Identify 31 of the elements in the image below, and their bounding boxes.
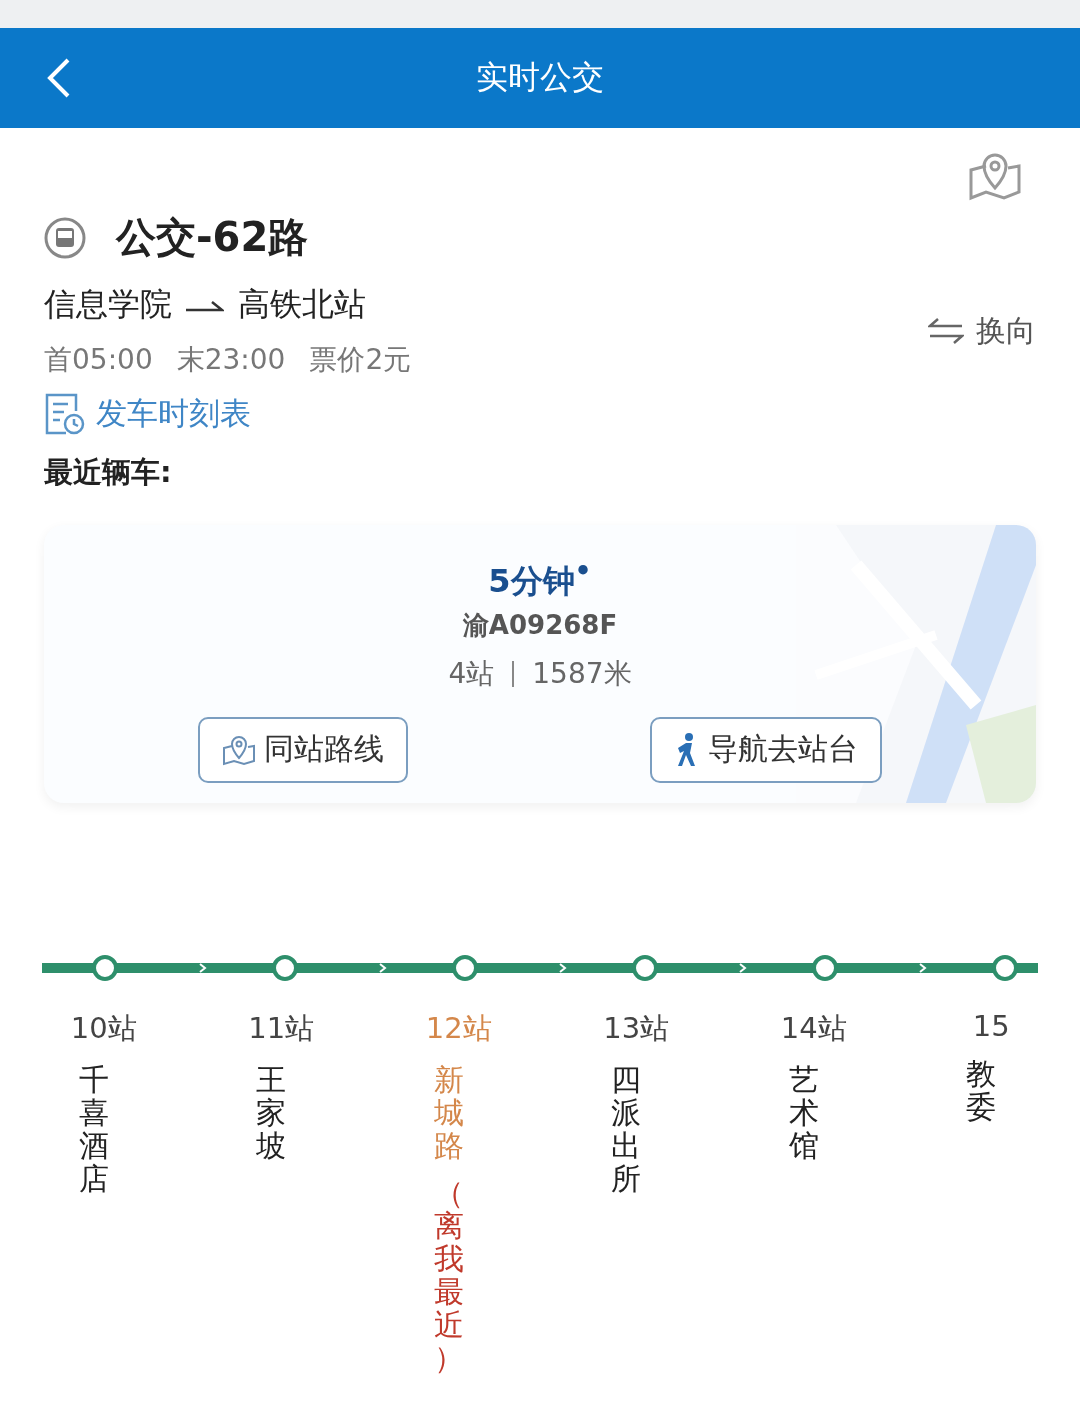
same-stop-routes-button[interactable]: 同站路线	[198, 716, 408, 783]
stop-number: 13站	[603, 1010, 670, 1047]
stop-name[interactable]: 艺术馆	[788, 1063, 819, 1162]
stop-count: 4站	[448, 655, 495, 692]
stop-name[interactable]: 四派出所	[611, 1063, 642, 1195]
plate-number: 渝A09268F	[462, 608, 618, 642]
first-bus-time: 首05:00	[44, 342, 153, 378]
stop-number: 15	[972, 1009, 1010, 1043]
stop-name[interactable]: 教委	[966, 1057, 997, 1123]
stop-name[interactable]: 王家坡	[256, 1063, 287, 1162]
nearest-bus-label: 最近辆车:	[44, 454, 173, 491]
fare-text: 票价2元	[309, 342, 412, 378]
reverse-button[interactable]: 换向	[928, 310, 1036, 352]
stop-name[interactable]: 千喜酒店	[78, 1063, 109, 1195]
distance-text: 1587米	[532, 655, 632, 692]
navigate-button[interactable]: 导航去站台	[650, 716, 882, 783]
bus-icon	[44, 216, 86, 259]
last-bus-time: 末23:00	[176, 342, 286, 378]
schedule-icon	[44, 393, 86, 435]
arrival-time: 5分钟$^{•}$	[488, 555, 592, 602]
timetable-link[interactable]: 发车时刻表	[44, 393, 1036, 435]
stop-number: 10站	[70, 1010, 137, 1047]
stop-number: 14站	[780, 1010, 847, 1047]
stop-number: 11站	[248, 1010, 315, 1047]
nearest-note: （离我最近）	[433, 1176, 464, 1374]
route-name: 公交-62路	[116, 213, 309, 262]
destination-stop: 高铁北站	[238, 284, 366, 325]
origin-stop: 信息学院	[44, 284, 172, 325]
stop-number: 12站	[425, 1010, 492, 1047]
map-pin-icon	[222, 733, 256, 766]
page-title: 实时公交	[475, 57, 605, 98]
